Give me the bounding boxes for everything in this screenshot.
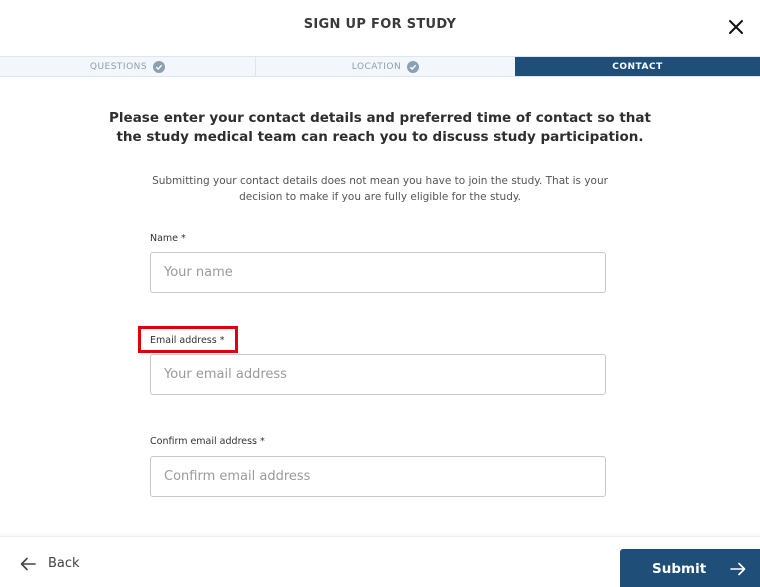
back-label: Back [48,556,80,571]
submit-label: Submit [652,560,707,577]
confirm-email-label: Confirm email address * [150,436,265,447]
step-questions-label: QUESTIONS [89,61,148,72]
checkmark-icon [153,60,166,73]
step-contact-label: CONTACT [612,61,663,72]
modal-title: SIGN UP FOR STUDY [303,17,457,32]
disclaimer-text: Submitting your contact details does not… [152,175,608,203]
progress-steps: QUESTIONS LOCATION CONTACT [0,56,760,77]
modal-footer: Back Submit [0,536,760,587]
arrow-left-icon [20,557,36,570]
checkmark-icon [407,60,420,73]
email-label: Email address * [150,335,225,346]
intro-text: Please enter your contact details and pr… [109,110,651,145]
email-input[interactable] [150,354,606,395]
step-questions[interactable]: QUESTIONS [0,57,256,76]
name-label: Name * [150,233,186,244]
step-location-label: LOCATION [351,61,402,72]
step-contact[interactable]: CONTACT [515,57,760,76]
name-input[interactable] [150,252,606,293]
arrow-right-icon [730,562,746,575]
close-icon[interactable] [724,15,748,39]
modal-header: SIGN UP FOR STUDY [0,0,760,56]
confirm-email-input[interactable] [150,456,606,497]
submit-button[interactable]: Submit [620,549,760,587]
step-location[interactable]: LOCATION [256,57,515,76]
back-button[interactable]: Back [20,556,80,571]
